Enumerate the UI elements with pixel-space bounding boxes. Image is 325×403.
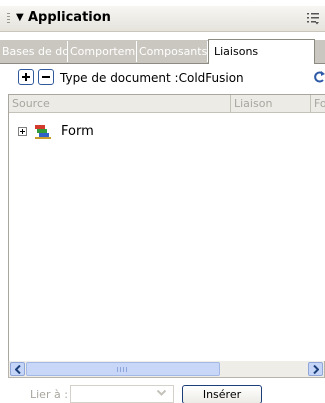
table-header: Source Liaison Fo [9, 95, 325, 113]
insert-button[interactable]: Insérer [182, 385, 262, 403]
expand-icon[interactable] [18, 127, 27, 136]
collapse-arrow-icon[interactable]: ▼ [16, 10, 24, 26]
bind-to-label: Lier à : [30, 388, 68, 401]
chevron-down-icon[interactable] [157, 390, 166, 396]
remove-binding-button[interactable] [38, 69, 54, 85]
column-header-liaison[interactable]: Liaison [231, 95, 311, 112]
column-header-format[interactable]: Fo [311, 95, 325, 112]
tab-comportements[interactable]: Comportem [68, 41, 137, 62]
add-binding-button[interactable] [18, 69, 34, 85]
options-menu-icon[interactable] [307, 11, 319, 25]
plus-icon [22, 73, 30, 81]
scrollbar-thumb[interactable] [26, 362, 220, 376]
grip-icon [117, 367, 129, 372]
panel-title: Application [28, 10, 111, 25]
document-type-label: Type de document :ColdFusion [60, 71, 244, 85]
panel-footer: Lier à : Insérer [0, 380, 325, 403]
tab-bases-de-donnees[interactable]: Bases de dc [0, 41, 68, 62]
tab-bar: Bases de dc Comportem Composants Liaison… [0, 39, 325, 64]
form-icon [35, 125, 51, 139]
tab-liaisons[interactable]: Liaisons [208, 39, 315, 64]
panel-titlebar[interactable]: ▼ Application [0, 6, 325, 32]
chevron-left-icon [15, 365, 21, 374]
application-panel: ▼ Application Bases de dc Comportem Comp… [0, 0, 325, 403]
tree-item-label: Form [61, 124, 94, 139]
minus-icon [42, 76, 50, 78]
tab-composants[interactable]: Composants [137, 41, 208, 62]
scroll-left-button[interactable] [10, 362, 25, 376]
drag-grip-icon[interactable] [7, 13, 10, 25]
refresh-icon[interactable] [313, 69, 325, 85]
column-header-source[interactable]: Source [9, 95, 231, 112]
horizontal-scrollbar[interactable] [8, 361, 325, 378]
bindings-toolbar: Type de document :ColdFusion [0, 66, 325, 90]
bindings-table: Source Liaison Fo Form [8, 94, 325, 363]
scroll-right-button[interactable] [308, 362, 323, 376]
tree-row[interactable]: Form [9, 123, 325, 141]
chevron-right-icon [313, 365, 319, 374]
